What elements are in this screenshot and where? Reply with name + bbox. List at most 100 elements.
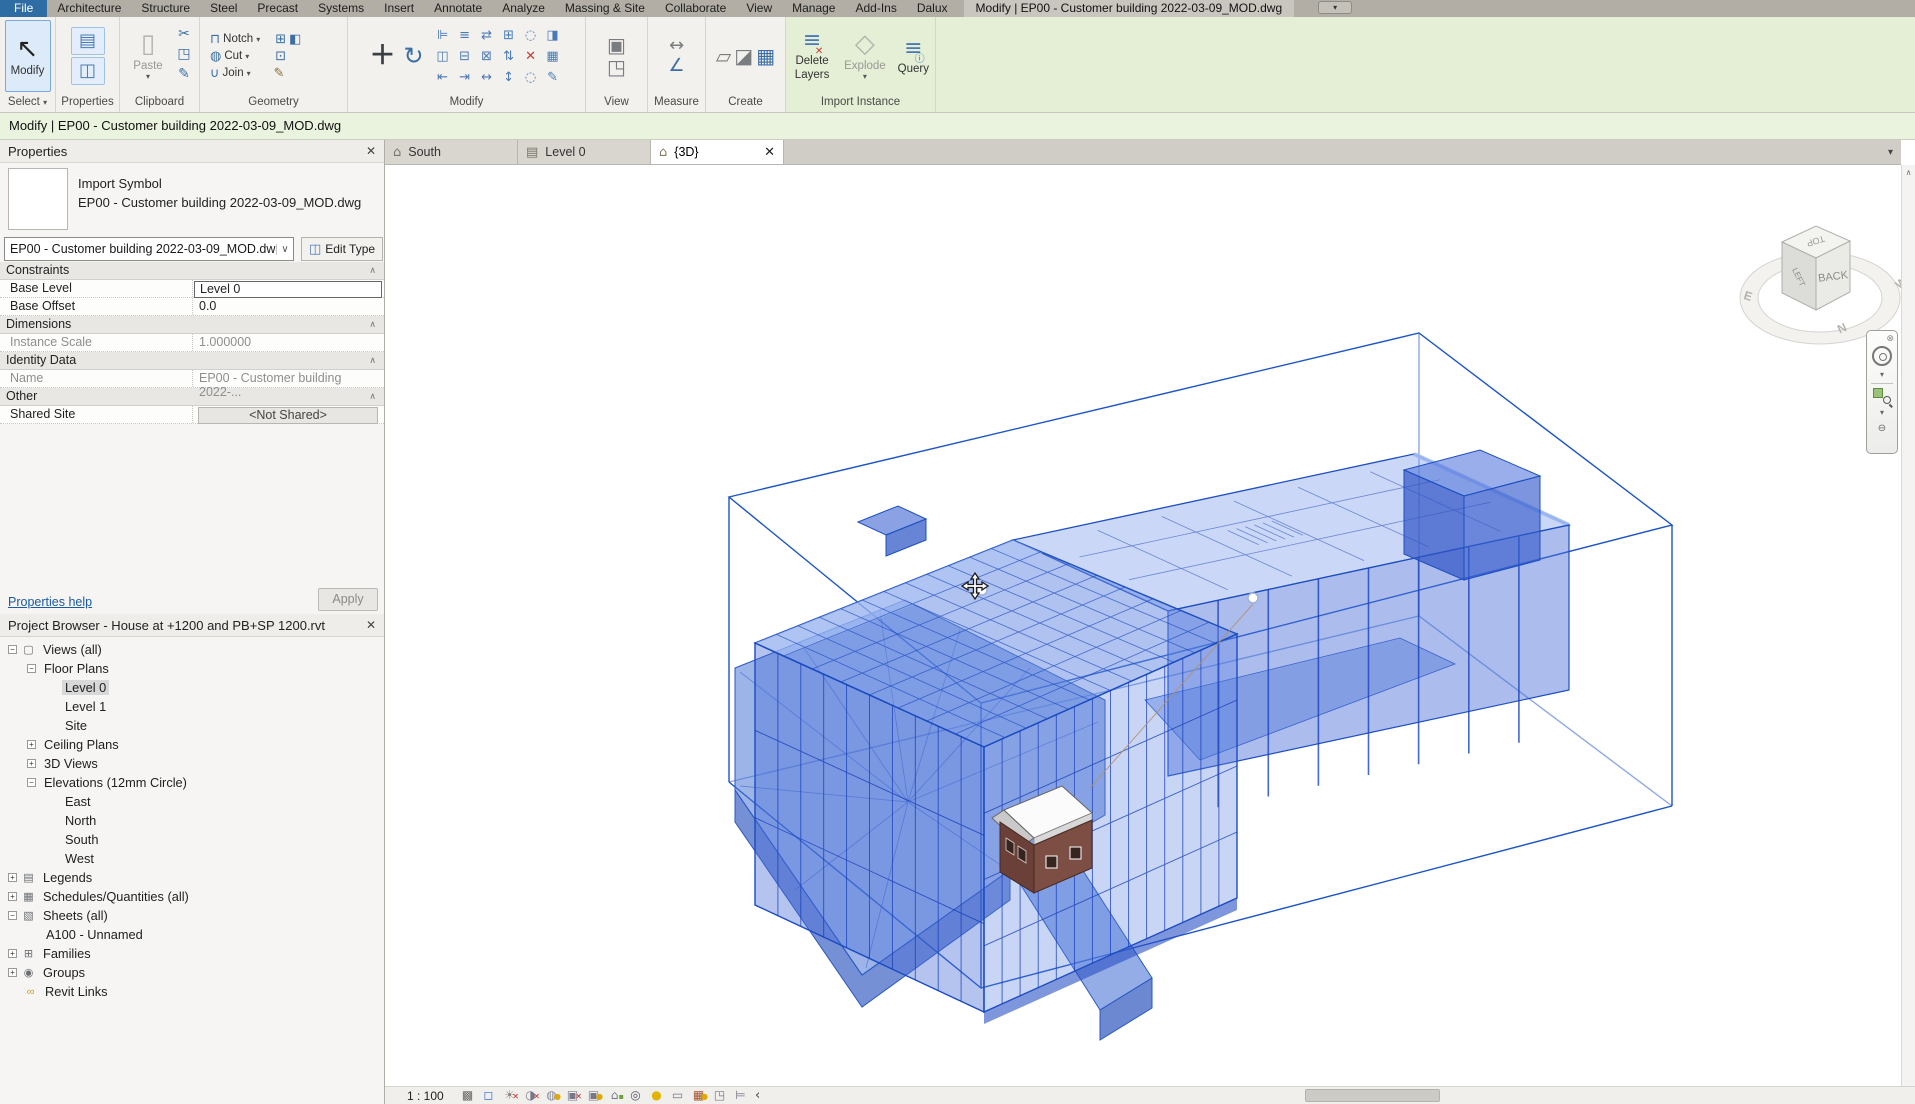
render-dialog-icon[interactable]: ◍● [543,1088,560,1103]
ribbon-tab-view[interactable]: View [736,0,782,17]
worksharing-display-icon[interactable]: ▭ [669,1088,686,1103]
mirror-icon[interactable]: ◫ [436,50,448,63]
property-value[interactable]: Level 0 [192,280,384,297]
browser-item-level-0[interactable]: Level 0 [0,678,384,697]
browser-item-south[interactable]: South [0,830,384,849]
locked-3d-view-icon[interactable]: ⌂▪ [606,1088,623,1103]
property-value[interactable]: EP00 - Customer building 2022-... [192,370,384,387]
ribbon-tab-systems[interactable]: Systems [308,0,374,17]
shadows-icon[interactable]: ◑✕ [522,1088,539,1103]
create-assembly-icon[interactable]: ▦ [756,46,775,66]
panel-label-select[interactable]: Select ▾ [0,95,55,112]
detail-level-icon[interactable]: ▩ [459,1088,476,1103]
expand-node-icon[interactable]: + [8,968,17,977]
navbar-minimize-icon[interactable]: ⊖ [1878,423,1886,434]
collapse-node-icon[interactable]: − [27,664,36,673]
align-h-icon[interactable]: ↔ [481,71,492,84]
trim-icon[interactable]: ⊠ [481,50,492,63]
mirror-axis-icon[interactable]: ⇄ [481,29,492,42]
visual-style-icon[interactable]: ◻ [480,1088,497,1103]
reveal-hidden-icon[interactable]: ◎ [627,1088,644,1103]
ribbon-tab-file[interactable]: File [0,0,47,17]
context-tab-modify[interactable]: Modify | EP00 - Customer building 2022-0… [964,0,1295,17]
browser-item-level-1[interactable]: Level 1 [0,697,384,716]
browser-item-west[interactable]: West [0,849,384,868]
view-tab--3d-[interactable]: ⌂{3D}✕ [651,140,784,164]
scale-icon[interactable]: ⇅ [503,50,514,63]
family-types-button[interactable]: ◫ [71,57,105,85]
delete-icon[interactable]: ✕ [525,50,536,63]
browser-item-elevations-12mm-circle-[interactable]: −Elevations (12mm Circle) [0,773,384,792]
query-button[interactable]: ≡ⓘ Query [896,20,931,92]
temp-hide-isolate-icon[interactable]: ● [648,1088,665,1103]
browser-item-views-all-[interactable]: −▢Views (all) [0,640,384,659]
offset-icon[interactable]: ≡ [459,29,470,42]
copy-to-clipboard-icon[interactable]: ◳ [174,47,194,65]
model-3d-scene[interactable] [385,165,1901,1086]
zoom-caret-icon[interactable]: ▾ [1880,408,1884,417]
scroll-up-icon[interactable]: ∧ [1902,168,1915,177]
browser-item-north[interactable]: North [0,811,384,830]
browser-item-3d-views[interactable]: +3D Views [0,754,384,773]
property-value[interactable]: 1.000000 [192,334,384,351]
tab-list-caret-icon[interactable]: ▾ [1888,147,1901,158]
browser-item-a100-unnamed[interactable]: A100 - Unnamed [0,925,384,944]
reveal-constraints-icon[interactable]: ⊨ [732,1088,749,1103]
property-value[interactable]: 0.0 [192,298,384,315]
extend-icon[interactable]: ⇥ [459,71,470,84]
collapse-section-icon[interactable]: ∧ [369,262,384,279]
move-icon[interactable]: ＋ [369,43,395,69]
ribbon-tab-architecture[interactable]: Architecture [47,0,131,17]
demolish-icon[interactable]: ⊡ [275,50,286,63]
browser-item-floor-plans[interactable]: −Floor Plans [0,659,384,678]
collapse-node-icon[interactable]: − [27,778,36,787]
window-options-button[interactable]: ▾ [1318,1,1352,14]
zoom-tool-icon[interactable] [1873,388,1891,404]
ribbon-tab-add-ins[interactable]: Add-Ins [845,0,906,17]
browser-item-site[interactable]: Site [0,716,384,735]
expand-node-icon[interactable]: + [27,740,36,749]
horizontal-scrollbar-thumb[interactable] [1305,1089,1440,1102]
expand-node-icon[interactable]: + [8,873,17,882]
join-geometry-tool[interactable]: ∪Join▾ ✎ [210,67,285,80]
ribbon-tab-insert[interactable]: Insert [374,0,424,17]
delete-layers-button[interactable]: ≡✕ Delete Layers [790,20,834,92]
navbar-close-icon[interactable]: ⊗ [1886,333,1894,344]
properties-help-link[interactable]: Properties help [8,595,92,609]
browser-item-east[interactable]: East [0,792,384,811]
ribbon-tab-annotate[interactable]: Annotate [424,0,492,17]
array-icon[interactable]: ▦ [546,50,558,63]
steering-wheel-icon[interactable] [1872,346,1892,366]
beam-copy-icon[interactable]: ⊞ [275,33,286,46]
sun-path-icon[interactable]: ☀✕ [501,1088,518,1103]
match-props-icon[interactable]: ✎ [547,71,558,84]
expand-node-icon[interactable]: + [8,949,17,958]
ribbon-tab-steel[interactable]: Steel [200,0,247,17]
property-section-identity-data[interactable]: Identity Data∧ [0,352,384,370]
cut-to-clipboard-icon[interactable]: ✂ [174,27,194,45]
browser-item-groups[interactable]: +◉Groups [0,963,384,982]
property-section-dimensions[interactable]: Dimensions∧ [0,316,384,334]
collapse-section-icon[interactable]: ∧ [369,316,384,333]
property-value[interactable]: <Not Shared> [192,406,384,423]
browser-item-sheets-all-[interactable]: −▧Sheets (all) [0,906,384,925]
unpin-icon[interactable]: ◨ [546,29,558,42]
apply-button[interactable]: Apply [318,588,378,611]
browser-item-ceiling-plans[interactable]: +Ceiling Plans [0,735,384,754]
paste-button[interactable]: ▯ Paste▾ [125,20,171,92]
split-icon[interactable]: ⊟ [459,50,470,63]
match-type-icon[interactable]: ✎ [174,67,194,85]
nudge-icon[interactable]: ◌ [525,71,536,84]
edit-type-button[interactable]: ◫ Edit Type [301,237,383,261]
copy-icon[interactable]: ⊞ [503,29,514,42]
building-model[interactable] [755,450,1569,1024]
browser-item-revit-links[interactable]: ∞Revit Links [0,982,384,1001]
property-section-constraints[interactable]: Constraints∧ [0,262,384,280]
wheel-caret-icon[interactable]: ▾ [1880,370,1884,379]
trim-extend-icon[interactable]: ⇤ [437,71,448,84]
paint-icon[interactable]: ✎ [274,67,285,80]
type-selector-combobox[interactable]: EP00 - Customer building 2022-03-09_MOD.… [4,237,294,261]
crop-view-icon[interactable]: ▣✕ [564,1088,581,1103]
ribbon-tab-collaborate[interactable]: Collaborate [655,0,736,17]
cut-geometry-tool[interactable]: ◍Cut▾ ⊡ [210,50,286,63]
